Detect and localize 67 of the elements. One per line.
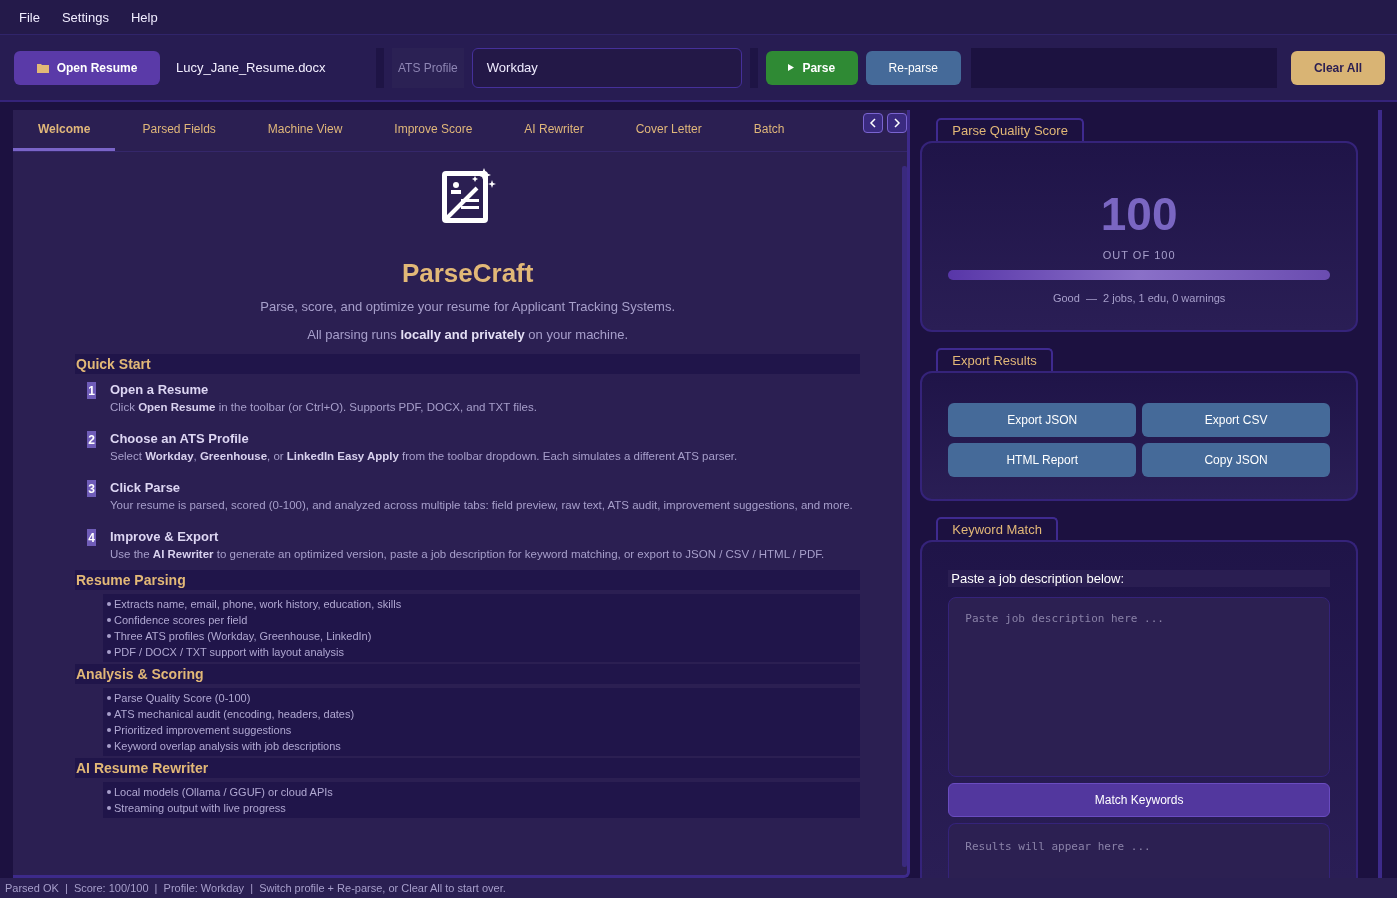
feature-item: Confidence scores per field (107, 612, 861, 628)
tab[interactable]: Batch (728, 110, 810, 151)
step-title: Click Parse (110, 480, 182, 495)
tab[interactable]: Parsed Fields (117, 110, 241, 151)
folder-icon (36, 62, 49, 73)
feature-item: Keyword overlap analysis with job descriptions (107, 738, 861, 754)
export-button[interactable]: Export CSV (1142, 403, 1331, 437)
score-scale: OUT OF 100 (1101, 249, 1177, 261)
clear-all-button[interactable]: Clear All (1291, 50, 1385, 85)
ats-profile-label: ATS Profile (392, 47, 464, 88)
menu-item[interactable]: File (10, 5, 49, 29)
step-title: Improve & Export (110, 529, 220, 544)
step-number: 3 (87, 480, 96, 497)
feature-item: PDF / DOCX / TXT support with layout analysis (107, 644, 861, 660)
job-description-field[interactable]: Paste job description here ... (948, 597, 1331, 777)
parse-button[interactable]: Parse (765, 50, 858, 85)
feature-item: Streaming output with live progress (107, 800, 861, 816)
step-text: Select Workday, Greenhouse, or LinkedIn Easy Apply from the toolbar dropdown. Each simulates a different ATS parser. (110, 449, 738, 464)
play-icon (788, 64, 795, 71)
export-button[interactable]: Export JSON (948, 403, 1137, 437)
reparse-button[interactable]: Re-parse (865, 50, 961, 85)
open-resume-button[interactable]: Open Resume (14, 50, 160, 85)
file-name: Lucy_Jane_Resume.docx (175, 60, 327, 75)
ats-profile-select[interactable]: Workday (471, 47, 742, 88)
tab[interactable]: Cover Letter (610, 110, 727, 151)
group-title: Keyword Match (936, 517, 1058, 540)
section-heading: Quick Start (75, 354, 861, 374)
feature-item: ATS mechanical audit (encoding, headers, dates) (107, 706, 861, 722)
step-text: Click Open Resume in the toolbar (or Ctrl+O). Supports PDF, DOCX, and TXT files. (110, 400, 537, 415)
status-bar: Parsed OK | Score: 100/100 | Profile: Workday | Switch profile + Re-parse, or Clear All to start over. (0, 878, 1397, 898)
section-heading: Resume Parsing (75, 570, 861, 590)
tab[interactable]: AI Rewriter (499, 110, 609, 151)
scroll-right-button[interactable] (887, 113, 908, 133)
step-number: 4 (87, 529, 96, 546)
privacy-note: All parsing runs locally and privately on your machine. (307, 327, 629, 342)
step-title: Open a Resume (110, 382, 210, 397)
job-description-label: Paste a job description below: (948, 570, 1331, 587)
score-value: 100 (1099, 187, 1179, 241)
step-text: Your resume is parsed, scored (0-100), and analyzed across multiple tabs: field preview, raw text, ATS audit, improvement suggestions, and more. (110, 498, 853, 513)
feature-item: Three ATS profiles (Workday, Greenhouse, LinkedIn) (107, 628, 861, 644)
section-heading: Analysis & Scoring (75, 664, 861, 684)
step-title: Choose an ATS Profile (110, 431, 250, 446)
menu-item[interactable]: Settings (52, 5, 118, 29)
tab[interactable]: Machine View (242, 110, 368, 151)
group-title: Export Results (936, 348, 1053, 371)
tagline: Parse, score, and optimize your resume for Applicant Tracking Systems. (260, 299, 675, 314)
chevron-right-icon (893, 118, 902, 128)
tab[interactable]: Improve Score (369, 110, 498, 151)
score-summary: Good — 2 jobs, 1 edu, 0 warnings (1051, 292, 1227, 304)
step-number: 2 (87, 431, 96, 448)
results-box: Results will appear here ... (948, 823, 1331, 878)
feature-item: Local models (Ollama / GGUF) or cloud APIs (107, 784, 861, 800)
scroll-left-button[interactable] (863, 113, 884, 133)
step-number: 1 (87, 382, 96, 399)
menu-item[interactable]: Help (121, 5, 167, 29)
section-heading: AI Resume Rewriter (75, 758, 861, 778)
chevron-left-icon (869, 118, 878, 128)
feature-item: Parse Quality Score (0-100) (107, 690, 861, 706)
feature-item: Extracts name, email, phone, work history, education, skills (107, 596, 861, 612)
export-button[interactable]: HTML Report (948, 443, 1137, 477)
app-title: ParseCraft (401, 258, 534, 289)
step-text: Use the AI Rewriter to generate an optimized version, paste a job description for keyword matching, or export to JSON / CSV / HTML / PDF. (110, 547, 825, 562)
tab[interactable]: Welcome (13, 110, 116, 151)
group-title: Parse Quality Score (936, 118, 1084, 141)
feature-item: Prioritized improvement suggestions (107, 722, 861, 738)
match-keywords-button[interactable]: Match Keywords (948, 783, 1331, 817)
export-button[interactable]: Copy JSON (1142, 443, 1331, 477)
